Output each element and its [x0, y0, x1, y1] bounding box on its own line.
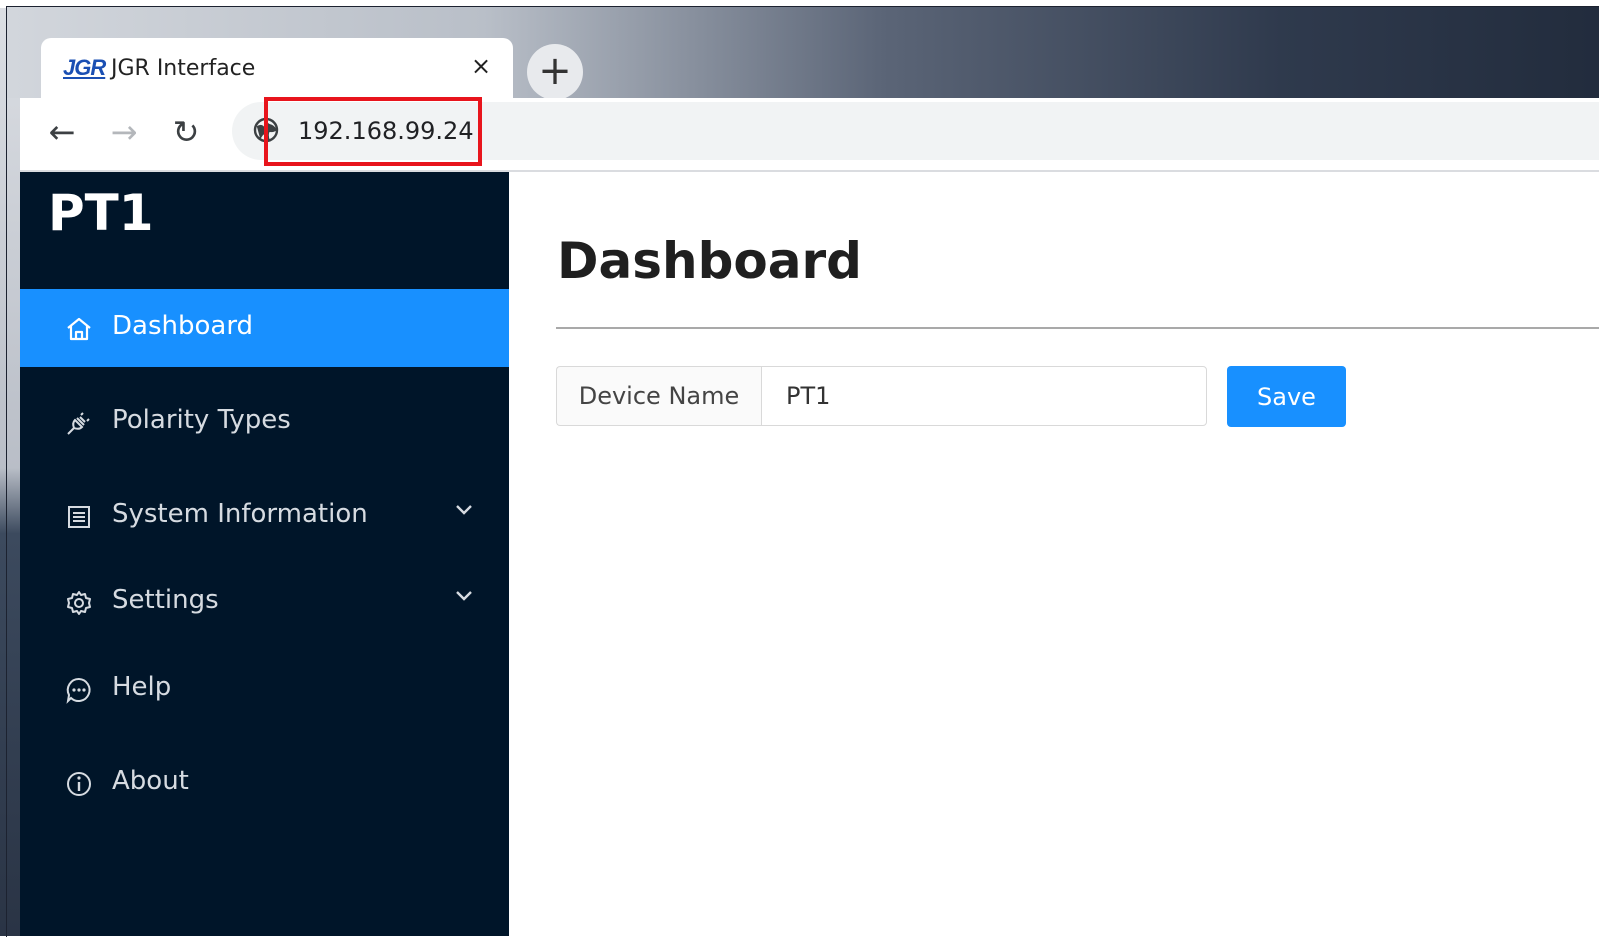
- sidebar-item-about[interactable]: About: [20, 744, 509, 822]
- chat-icon: [66, 677, 91, 704]
- gear-icon: [67, 591, 91, 615]
- sidebar: PT1 Dashboard Polarity Types System Info…: [20, 172, 509, 936]
- sidebar-item-label: Help: [112, 672, 172, 702]
- chevron-down-icon: [456, 505, 472, 515]
- device-name-label: Device Name: [556, 366, 761, 426]
- title-divider: [556, 327, 1599, 329]
- sidebar-item-help[interactable]: Help: [20, 650, 509, 728]
- info-icon: [67, 772, 91, 796]
- sidebar-item-label: System Information: [112, 499, 368, 529]
- device-name-input[interactable]: [761, 366, 1207, 426]
- url-highlight-box: [264, 97, 482, 166]
- plug-icon: [67, 412, 90, 435]
- sidebar-item-label: Dashboard: [112, 311, 254, 341]
- back-button[interactable]: ←: [40, 110, 84, 154]
- page-title: Dashboard: [557, 232, 862, 290]
- sidebar-item-system-information[interactable]: System Information: [20, 477, 509, 555]
- sidebar-item-label: About: [112, 766, 189, 796]
- sidebar-item-label: Polarity Types: [112, 405, 291, 435]
- forward-button[interactable]: →: [102, 110, 146, 154]
- device-brand: PT1: [48, 184, 154, 242]
- sidebar-item-settings[interactable]: Settings: [20, 563, 509, 641]
- browser-toolbar: ← → ↻ 192.168.99.24: [20, 98, 1599, 172]
- reload-button[interactable]: ↻: [164, 110, 208, 154]
- sidebar-item-dashboard[interactable]: Dashboard: [20, 289, 509, 367]
- list-icon: [68, 506, 90, 528]
- save-button[interactable]: Save: [1227, 366, 1346, 427]
- home-icon: [67, 317, 91, 341]
- sidebar-item-label: Settings: [112, 585, 219, 615]
- chevron-down-icon: [456, 591, 472, 601]
- sidebar-item-polarity-types[interactable]: Polarity Types: [20, 383, 509, 461]
